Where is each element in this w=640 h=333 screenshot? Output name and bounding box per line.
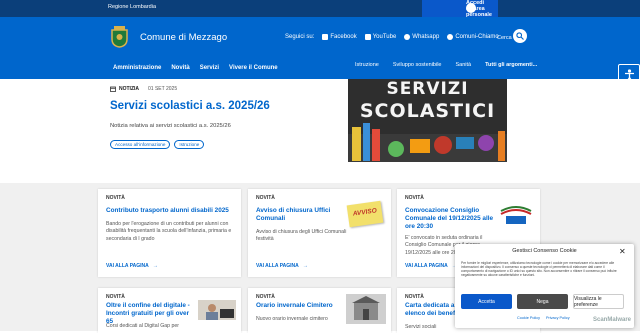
social-whatsapp[interactable]: Whatsapp xyxy=(404,34,439,40)
card-description: Bando per l'erogazione di un contributi … xyxy=(106,221,232,242)
topic-sviluppo-sostenibile[interactable]: Sviluppo sostenibile xyxy=(393,62,442,68)
social-links: Seguici su: Facebook YouTube Whatsapp Co… xyxy=(285,34,499,40)
chip-istruzione[interactable]: Istruzione xyxy=(174,140,205,149)
card-label: NOVITÀ xyxy=(106,294,125,300)
chip-accesso-informazione[interactable]: Accesso all'informazione xyxy=(110,140,171,149)
hero-image-text-1: SERVIZI xyxy=(386,79,469,99)
nav-amministrazione[interactable]: Amministrazione xyxy=(113,65,161,71)
search-icon xyxy=(516,32,524,40)
search-label: Cerca xyxy=(497,35,512,41)
social-facebook[interactable]: Facebook xyxy=(322,34,357,40)
nav-vivere-comune[interactable]: Vivere il Comune xyxy=(229,65,278,71)
hero-description: Notizia relativa ai servizi scolastici a… xyxy=(110,123,231,129)
facebook-icon xyxy=(322,34,329,40)
calendar-icon xyxy=(110,86,116,92)
municipality-name[interactable]: Comune di Mezzago xyxy=(140,32,227,43)
news-card: NOVITÀ Avviso di chiusura Uffici Comunal… xyxy=(248,189,391,277)
card-thumbnail xyxy=(346,294,386,324)
card-description: Nuovo orario invernale cimitero xyxy=(256,316,328,322)
hero-date: 01 SET 2025 xyxy=(148,86,178,92)
hero-tag: NOTIZIA 01 SET 2025 xyxy=(110,86,177,92)
cookie-text: Per fornire le migliori esperienze, util… xyxy=(461,261,617,278)
card-thumbnail: AVVISO xyxy=(346,200,384,228)
social-youtube[interactable]: YouTube xyxy=(364,34,396,40)
hero-chips: Accesso all'informazione Istruzione xyxy=(110,140,205,149)
watermark: ScanMalware xyxy=(593,317,632,323)
hero-tag-label: NOTIZIA xyxy=(119,86,139,92)
search-button[interactable] xyxy=(513,29,527,43)
cookie-policy-link[interactable]: Cookie Policy xyxy=(517,316,540,320)
card-title[interactable]: Orario invernale Cimitero xyxy=(256,302,346,310)
accept-button[interactable]: Accetta xyxy=(461,294,512,309)
main-nav: Amministrazione Novità Servizi Vivere il… xyxy=(113,65,278,71)
topics-nav: Istruzione Sviluppo sostenibile Sanità T… xyxy=(355,62,537,68)
card-label: NOVITÀ xyxy=(256,195,275,201)
news-card: NOVITÀ Orario invernale Cimitero Nuovo o… xyxy=(248,288,391,333)
card-label: NOVITÀ xyxy=(256,294,275,300)
preferences-button[interactable]: Visualizza le preferenze xyxy=(573,294,624,309)
avviso-note-text: AVVISO xyxy=(352,207,378,218)
card-thumbnail xyxy=(497,201,535,227)
region-link[interactable]: Regione Lombardia xyxy=(108,4,156,10)
follow-label: Seguici su: xyxy=(285,34,315,40)
card-label: NOVITÀ xyxy=(405,294,424,300)
cookie-heading: Gestisci Consenso Cookie xyxy=(512,248,577,254)
cookie-consent-dialog: Gestisci Consenso Cookie ✕ Per fornire l… xyxy=(455,244,634,328)
card-more-link[interactable]: VAI ALLA PAGINA→ xyxy=(405,263,457,269)
cookie-links: Cookie Policy Privacy Policy xyxy=(517,316,570,320)
user-avatar-icon xyxy=(466,3,476,13)
site-header: Comune di Mezzago Seguici su: Facebook Y… xyxy=(0,17,640,79)
card-title[interactable]: Contributo trasporto alunni disabili 202… xyxy=(106,207,234,215)
card-more-link[interactable]: VAI ALLA PAGINA→ xyxy=(106,263,158,269)
topic-istruzione[interactable]: Istruzione xyxy=(355,62,379,68)
cookie-buttons: Accetta Nega Visualizza le preferenze xyxy=(461,294,624,309)
privacy-policy-link[interactable]: Privacy Policy xyxy=(546,316,570,320)
card-more-link[interactable]: VAI ALLA PAGINA→ xyxy=(256,263,308,269)
whatsapp-icon xyxy=(404,34,411,40)
news-card: NOVITÀ Oltre il confine del digitale - I… xyxy=(98,288,241,333)
card-title[interactable]: Convocazione Consiglio Comunale del 19/1… xyxy=(405,207,497,232)
hero-image-text-2: SCOLASTICI xyxy=(359,100,496,122)
news-card: NOVITÀ Contributo trasporto alunni disab… xyxy=(98,189,241,277)
nav-novita[interactable]: Novità xyxy=(171,65,189,71)
topic-all[interactable]: Tutti gli argomenti... xyxy=(485,62,537,68)
nav-servizi[interactable]: Servizi xyxy=(200,65,219,71)
card-description: Avviso di chiusura degli Uffici Comunali… xyxy=(256,229,347,243)
hero-image: SERVIZI SCOLASTICI xyxy=(348,79,507,162)
topic-sanita[interactable]: Sanità xyxy=(455,62,471,68)
social-comuni-chiamo[interactable]: Comuni-Chiamo xyxy=(447,34,499,40)
globe-icon xyxy=(447,34,454,40)
hero-title[interactable]: Servizi scolastici a.s. 2025/26 xyxy=(110,100,270,112)
arrow-right-icon: → xyxy=(302,263,308,269)
login-button[interactable]: Accedi all'area personale xyxy=(422,0,498,18)
municipality-crest-icon[interactable] xyxy=(110,26,129,48)
card-thumbnail xyxy=(198,300,236,320)
card-title[interactable]: Avviso di chiusura Uffici Comunali xyxy=(256,207,338,223)
close-icon[interactable]: ✕ xyxy=(619,247,626,256)
card-description: Corsi dedicati al Digital Gap per xyxy=(106,323,179,329)
hero-section xyxy=(0,79,640,183)
card-label: NOVITÀ xyxy=(405,195,424,201)
top-bar: Regione Lombardia Accedi all'area person… xyxy=(0,0,640,18)
arrow-right-icon: → xyxy=(152,263,158,269)
card-label: NOVITÀ xyxy=(106,195,125,201)
deny-button[interactable]: Nega xyxy=(517,294,568,309)
youtube-icon xyxy=(364,34,371,40)
